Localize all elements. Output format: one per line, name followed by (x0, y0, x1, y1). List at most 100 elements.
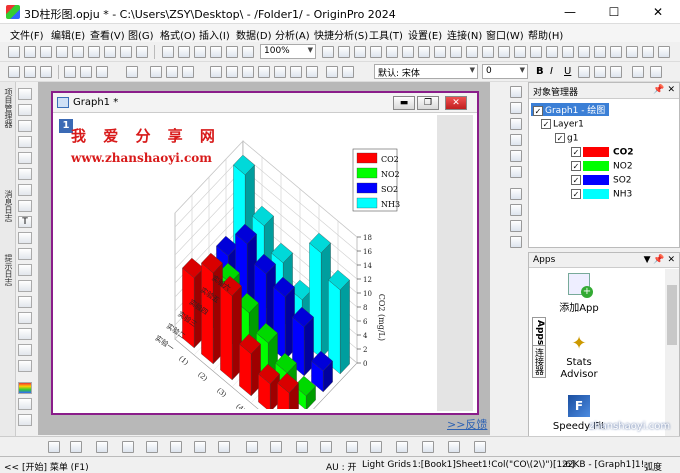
command-window-icon[interactable] (402, 46, 414, 58)
new-3d-icon[interactable] (120, 46, 132, 58)
layer-tool-icon[interactable] (510, 86, 522, 98)
code-builder-icon[interactable] (370, 46, 382, 58)
print-icon[interactable] (242, 46, 254, 58)
line-color2-icon[interactable] (96, 441, 108, 453)
import-icon[interactable] (226, 46, 238, 58)
co2-checkbox[interactable]: ✓ (571, 147, 581, 157)
flip-icon[interactable] (448, 441, 460, 453)
graph-restore-button[interactable]: ❐ (417, 96, 439, 110)
group-checkbox[interactable]: ✓ (555, 133, 565, 143)
open-icon[interactable] (162, 46, 174, 58)
graph-window-titlebar[interactable]: Graph1 * ▬ ❐ ✕ (53, 93, 477, 113)
notes-icon[interactable] (594, 46, 606, 58)
worksheet-query-icon[interactable] (514, 46, 526, 58)
menu-view[interactable]: 查看(V) (90, 27, 125, 42)
feedback-link[interactable]: >>反馈 (447, 416, 487, 432)
pattern-icon[interactable] (290, 66, 302, 78)
rectangle-tool-icon[interactable] (18, 280, 32, 292)
set-xy-icon[interactable] (166, 66, 178, 78)
zoom-icon[interactable] (18, 104, 32, 116)
back2-icon[interactable] (270, 441, 282, 453)
select-icon[interactable] (326, 66, 338, 78)
tree-series-co2[interactable]: ✓ CO2 (571, 147, 634, 158)
align-top-icon[interactable] (346, 441, 358, 453)
duplicate-icon[interactable] (338, 46, 350, 58)
extract-layers-icon[interactable] (226, 66, 238, 78)
curve-arrow-icon[interactable] (18, 248, 32, 260)
project-explorer-icon[interactable] (418, 46, 430, 58)
arrow-tool-icon[interactable] (18, 232, 32, 244)
redo-icon[interactable] (24, 66, 36, 78)
formula-icon[interactable] (18, 312, 32, 324)
symbol-icon[interactable] (122, 441, 134, 453)
group-icon[interactable] (194, 441, 206, 453)
plot-details-icon[interactable] (510, 134, 522, 146)
menu-help[interactable]: 帮助(H) (528, 27, 563, 42)
rotate-3d-icon[interactable] (18, 120, 32, 132)
line-style-icon[interactable] (48, 441, 60, 453)
new-project-icon[interactable] (8, 46, 20, 58)
add-app-item[interactable]: + 添加App (549, 273, 609, 314)
menu-insert[interactable]: 插入(I) (199, 27, 230, 42)
menu-file[interactable]: 文件(F) (10, 27, 44, 42)
options-icon[interactable] (658, 46, 670, 58)
text-tool-icon[interactable]: T (18, 216, 32, 228)
apps-icon[interactable] (450, 46, 462, 58)
menu-connect[interactable]: 连接(N) (447, 27, 482, 42)
hand-icon[interactable] (18, 296, 32, 308)
hint-log-tab[interactable]: 提示日志 (3, 254, 14, 286)
layer-checkbox[interactable]: ✓ (541, 119, 551, 129)
refresh-icon[interactable] (322, 46, 334, 58)
color-palette-icon[interactable] (18, 382, 32, 394)
menu-window[interactable]: 窗口(W) (486, 27, 524, 42)
tree-graph[interactable]: ✓ Graph1 - 绘图 (531, 103, 610, 116)
menu-quick-analysis[interactable]: 快捷分析(S) (314, 27, 368, 42)
stats-advisor-item[interactable]: ✦ Stats Advisor (549, 333, 609, 381)
tree-series-no2[interactable]: ✓ NO2 (571, 161, 633, 172)
italic-button[interactable]: I (550, 66, 553, 77)
scale-icon[interactable] (18, 152, 32, 164)
rotate2-icon[interactable] (422, 441, 434, 453)
undo-icon[interactable] (8, 66, 20, 78)
draw-data-icon[interactable] (18, 360, 32, 372)
align-icon[interactable] (650, 66, 662, 78)
graph-close-button[interactable]: ✕ (445, 96, 467, 110)
video-icon[interactable] (610, 46, 622, 58)
apps-tab[interactable]: Apps (532, 317, 546, 349)
graph-window[interactable]: Graph1 * ▬ ❐ ✕ 1 我 爱 分 享 网 www.zhanshaoy… (51, 91, 479, 415)
menu-analysis[interactable]: 分析(A) (275, 27, 310, 42)
menu-edit[interactable]: 编辑(E) (51, 27, 85, 42)
set-z-icon[interactable] (182, 66, 194, 78)
new-layout-icon[interactable] (88, 46, 100, 58)
tree-layer[interactable]: ✓ Layer1 (541, 119, 584, 130)
find-icon[interactable] (498, 46, 510, 58)
new-matrix-icon[interactable] (56, 46, 68, 58)
apps-scrollbar[interactable] (665, 269, 679, 445)
line-tool-icon[interactable] (18, 264, 32, 276)
new-function-icon[interactable] (104, 46, 116, 58)
grid-2-icon[interactable] (510, 204, 522, 216)
ungroup-icon[interactable] (218, 441, 230, 453)
rescale-icon[interactable] (64, 66, 76, 78)
add-column-icon[interactable] (150, 66, 162, 78)
copy-page-icon[interactable] (354, 46, 366, 58)
database-icon[interactable] (546, 46, 558, 58)
line-color-icon[interactable] (274, 66, 286, 78)
font-size-select[interactable]: 0 ▼ (482, 64, 528, 79)
tree-series-nh3[interactable]: ✓ NH3 (571, 189, 632, 200)
save-template-icon[interactable] (210, 46, 222, 58)
bar-width-icon[interactable] (474, 441, 486, 453)
close-button[interactable]: ✕ (636, 0, 680, 24)
layout-icon[interactable] (578, 46, 590, 58)
project-explorer-tab[interactable]: 项目管理器 (3, 88, 14, 128)
no2-checkbox[interactable]: ✓ (571, 161, 581, 171)
text-color-icon[interactable] (632, 66, 644, 78)
subscript-icon[interactable] (594, 66, 606, 78)
bar-nh3-6[interactable] (328, 269, 350, 375)
menu-data[interactable]: 数据(D) (236, 27, 272, 42)
grid-1-icon[interactable] (510, 188, 522, 200)
font-select[interactable]: 默认: 宋体 ▼ (374, 64, 478, 79)
back-icon[interactable] (40, 66, 52, 78)
results-log-icon[interactable] (386, 46, 398, 58)
color-scale-icon[interactable] (510, 166, 522, 178)
